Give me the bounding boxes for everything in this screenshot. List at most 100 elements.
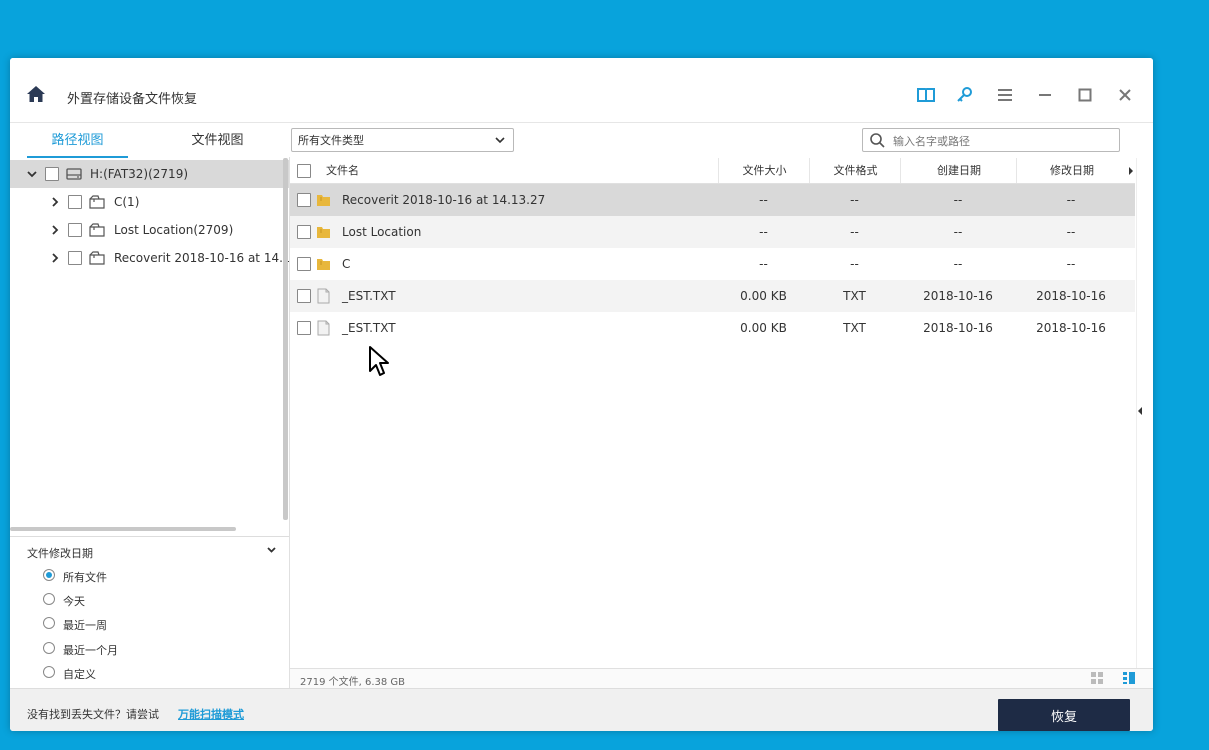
book-icon[interactable] (915, 84, 937, 106)
column-header-format[interactable]: 文件格式 (809, 158, 901, 183)
file-modified: -- (1066, 257, 1076, 271)
chevron-right-icon[interactable] (50, 225, 60, 235)
column-header-modified[interactable]: 修改日期 (1016, 158, 1127, 183)
radio-label: 所有文件 (63, 571, 107, 584)
view-tabs: 路径视图 文件视图 (10, 123, 290, 158)
list-view-icon[interactable] (1122, 671, 1136, 685)
search-icon[interactable] (869, 132, 885, 148)
file-format: -- (850, 257, 859, 271)
folder-outline-icon (89, 195, 105, 209)
file-modified: -- (1066, 225, 1076, 239)
tree-checkbox[interactable] (68, 223, 82, 237)
folder-icon (317, 195, 330, 206)
close-icon[interactable] (1114, 84, 1136, 106)
file-format: TXT (843, 289, 866, 303)
document-icon (317, 320, 330, 336)
folder-outline-icon (89, 251, 105, 265)
file-name: Recoverit 2018-10-16 at 14.13.27 (342, 193, 546, 207)
app-title: 外置存储设备文件恢复 (67, 92, 198, 107)
select-all-checkbox[interactable] (297, 164, 311, 178)
file-list-header: 文件名 文件大小 文件格式 创建日期 修改日期 (290, 158, 1135, 184)
row-checkbox[interactable] (297, 257, 311, 271)
tree-node-label: H:(FAT32)(2719) (90, 167, 189, 181)
tree-node-label: C(1) (114, 195, 140, 209)
tab-path-view[interactable]: 路径视图 (27, 123, 128, 158)
mouse-pointer-icon (369, 346, 389, 376)
chevron-right-icon[interactable] (50, 253, 60, 263)
file-created: -- (953, 257, 963, 271)
recover-button[interactable]: 恢复 (998, 699, 1130, 731)
chevron-down-icon[interactable] (27, 169, 37, 179)
radio-label: 自定义 (63, 668, 96, 681)
radio-label: 最近一个月 (63, 644, 118, 657)
column-header-size[interactable]: 文件大小 (718, 158, 810, 183)
menu-icon[interactable] (994, 84, 1016, 106)
row-checkbox[interactable] (297, 225, 311, 239)
minimize-icon[interactable] (1034, 84, 1056, 106)
tab-file-view[interactable]: 文件视图 (167, 123, 268, 156)
deep-scan-hint: 没有找到丢失文件？请尝试 (27, 708, 159, 721)
radio-button[interactable] (43, 569, 55, 581)
tree-checkbox[interactable] (45, 167, 59, 181)
date-filter-panel: 文件修改日期 所有文件 今天 最近一周 最近一个月 自定义 (10, 536, 289, 689)
row-checkbox[interactable] (297, 321, 311, 335)
file-count-summary: 2719 个文件, 6.38 GB (300, 677, 406, 688)
radio-button[interactable] (43, 617, 55, 629)
file-created: 2018-10-16 (923, 321, 993, 335)
grid-view-icon[interactable] (1090, 671, 1104, 685)
search-input[interactable] (891, 131, 1117, 151)
row-checkbox[interactable] (297, 289, 311, 303)
footer-bar: 没有找到丢失文件？请尝试 万能扫描模式 恢复 (10, 688, 1153, 731)
tree-vertical-scrollbar[interactable] (283, 158, 288, 520)
app-window: 外置存储设备文件恢复 路径视图 文件视图 所有文件类型 输入名字或路径 H:(F… (10, 58, 1153, 731)
date-filter-title: 文件修改日期 (27, 547, 93, 560)
tree-node-recoverit[interactable]: Recoverit 2018-10-16 at 14.13.27 (10, 244, 289, 272)
tree-horizontal-scrollbar[interactable] (10, 527, 236, 531)
file-created: 2018-10-16 (923, 289, 993, 303)
caret-left-icon[interactable] (1137, 406, 1143, 416)
search-box (862, 128, 1120, 152)
file-size: -- (759, 225, 768, 239)
home-icon[interactable] (26, 84, 46, 104)
chevron-down-icon (495, 137, 505, 144)
caret-right-icon[interactable] (1128, 166, 1134, 176)
column-header-created[interactable]: 创建日期 (900, 158, 1017, 183)
deep-scan-link[interactable]: 万能扫描模式 (178, 706, 244, 722)
drive-icon (66, 168, 82, 180)
file-created: -- (953, 225, 963, 239)
radio-button[interactable] (43, 666, 55, 678)
title-bar: 外置存储设备文件恢复 (10, 58, 1153, 123)
file-name: _EST.TXT (342, 289, 396, 303)
file-size: 0.00 KB (740, 321, 787, 335)
file-name: C (342, 257, 351, 271)
file-size: -- (759, 193, 768, 207)
radio-button[interactable] (43, 593, 55, 605)
chevron-right-icon[interactable] (50, 197, 60, 207)
tree-checkbox[interactable] (68, 251, 82, 265)
file-modified: 2018-10-16 (1036, 289, 1106, 303)
file-row[interactable]: Recoverit 2018-10-16 at 14.13.27 -- -- -… (290, 184, 1135, 216)
file-row[interactable]: C -- -- -- -- (290, 248, 1135, 280)
folder-tree: H:(FAT32)(2719) C(1) Lost Location(2709)… (10, 158, 289, 530)
column-header-name[interactable]: 文件名 (326, 158, 359, 183)
file-row[interactable]: _EST.TXT 0.00 KB TXT 2018-10-16 2018-10-… (290, 312, 1135, 344)
maximize-icon[interactable] (1074, 84, 1096, 106)
chevron-down-icon[interactable] (267, 547, 276, 553)
file-size: 0.00 KB (740, 289, 787, 303)
tree-node-c[interactable]: C(1) (10, 188, 289, 216)
radio-button[interactable] (43, 642, 55, 654)
tree-checkbox[interactable] (68, 195, 82, 209)
tree-node-label: Lost Location(2709) (114, 223, 234, 237)
tree-node-drive[interactable]: H:(FAT32)(2719) (10, 160, 289, 188)
status-bar: 2719 个文件, 6.38 GB (290, 668, 1153, 689)
document-icon (317, 288, 330, 304)
file-row[interactable]: _EST.TXT 0.00 KB TXT 2018-10-16 2018-10-… (290, 280, 1135, 312)
file-type-select[interactable]: 所有文件类型 (291, 128, 514, 152)
tree-node-lost-location[interactable]: Lost Location(2709) (10, 216, 289, 244)
file-format: TXT (843, 321, 866, 335)
file-row[interactable]: Lost Location -- -- -- -- (290, 216, 1135, 248)
file-name: _EST.TXT (342, 321, 396, 335)
row-checkbox[interactable] (297, 193, 311, 207)
key-icon[interactable] (954, 84, 976, 106)
file-type-selected: 所有文件类型 (298, 134, 364, 147)
